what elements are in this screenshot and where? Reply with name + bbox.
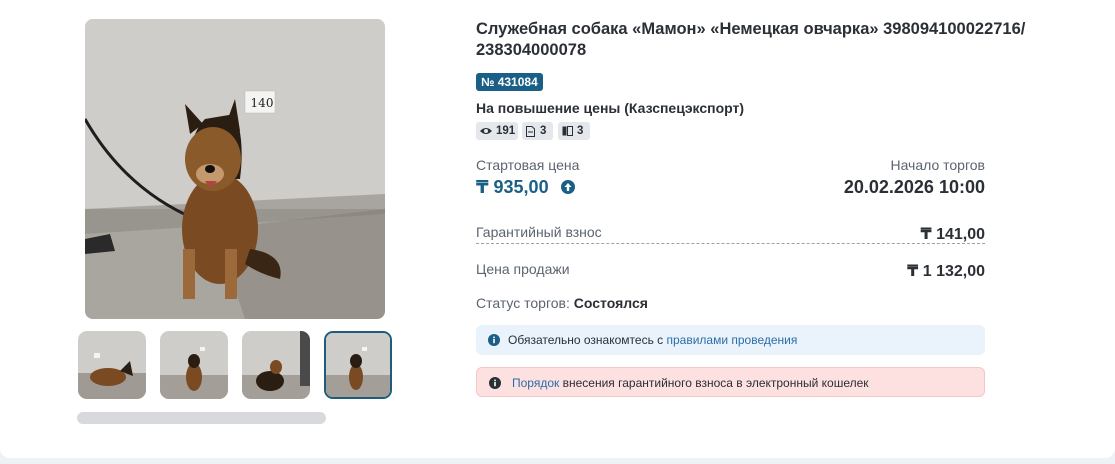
auction-start-date: 20.02.2026 10:00 bbox=[843, 177, 985, 197]
thumbnail-2[interactable] bbox=[160, 331, 228, 399]
thumbnail-3-image bbox=[242, 331, 310, 399]
start-price-label: Стартовая цена bbox=[476, 157, 580, 173]
status-label: Статус торгов: bbox=[476, 295, 570, 311]
thumbnail-strip bbox=[78, 331, 392, 401]
thumbnail-4[interactable] bbox=[324, 331, 392, 399]
sale-price-label: Цена продажи bbox=[476, 261, 570, 277]
thumbnail-scrollbar[interactable] bbox=[77, 412, 326, 424]
procedure-link[interactable]: Порядок bbox=[512, 376, 559, 390]
lot-number-badge: № 431084 bbox=[476, 73, 543, 91]
guarantee-procedure-notice: Порядок внесения гарантийного взноса в э… bbox=[476, 367, 985, 397]
views-chip: 191 bbox=[476, 122, 518, 140]
dog-photo-image bbox=[85, 19, 385, 319]
guarantee-procedure-text: Порядок внесения гарантийного взноса в э… bbox=[512, 368, 869, 398]
rules-notice-prefix: Обязательно ознакомтесь с bbox=[508, 333, 667, 347]
main-photo[interactable] bbox=[85, 19, 385, 319]
book-icon bbox=[562, 126, 573, 136]
bookmarks-chip: 3 bbox=[558, 122, 590, 140]
guarantee-row: Гарантийный взнос ₸ 141,00 bbox=[476, 222, 985, 244]
auction-status: Статус торгов: Состоялся bbox=[476, 295, 648, 311]
auction-start-label: Начало торгов bbox=[890, 157, 985, 173]
document-icon bbox=[526, 126, 535, 137]
info-icon bbox=[488, 334, 500, 346]
thumbnail-3[interactable] bbox=[242, 331, 310, 399]
thumbnail-2-image bbox=[160, 331, 228, 399]
status-value: Состоялся bbox=[573, 295, 648, 311]
sale-price-value: ₸ 1 132,00 bbox=[907, 263, 985, 280]
thumbnail-1[interactable] bbox=[78, 331, 146, 399]
views-count: 191 bbox=[496, 125, 516, 137]
documents-chip: 3 bbox=[522, 122, 553, 140]
guarantee-label: Гарантийный взнос bbox=[476, 224, 602, 240]
arrow-up-circle-icon[interactable] bbox=[561, 180, 575, 194]
rules-link[interactable]: правилами проведения bbox=[666, 333, 797, 347]
rules-notice: Обязательно ознакомтесь с правилами пров… bbox=[476, 325, 985, 355]
rules-notice-text: Обязательно ознакомтесь с правилами пров… bbox=[508, 325, 797, 355]
documents-count: 3 bbox=[540, 125, 547, 137]
info-icon bbox=[489, 377, 501, 389]
bookmarks-count: 3 bbox=[577, 125, 584, 137]
sale-price-row: Цена продажи ₸ 1 132,00 bbox=[476, 259, 985, 281]
lot-title: Служебная собака «Мамон» «Немецкая овчар… bbox=[476, 20, 1026, 59]
thumbnail-1-image bbox=[78, 331, 146, 399]
guarantee-procedure-suffix: внесения гарантийного взноса в электронн… bbox=[559, 376, 869, 390]
auction-type: На повышение цены (Казспецэкспорт) bbox=[476, 100, 745, 116]
thumbnail-4-image bbox=[326, 333, 390, 397]
photo-number-label: 140 bbox=[250, 96, 274, 110]
guarantee-value: ₸ 141,00 bbox=[920, 226, 985, 243]
eye-icon bbox=[480, 128, 492, 134]
lot-card: Служебная собака «Мамон» «Немецкая овчар… bbox=[0, 0, 1115, 458]
start-price-value: ₸ 935,00 bbox=[476, 177, 549, 197]
